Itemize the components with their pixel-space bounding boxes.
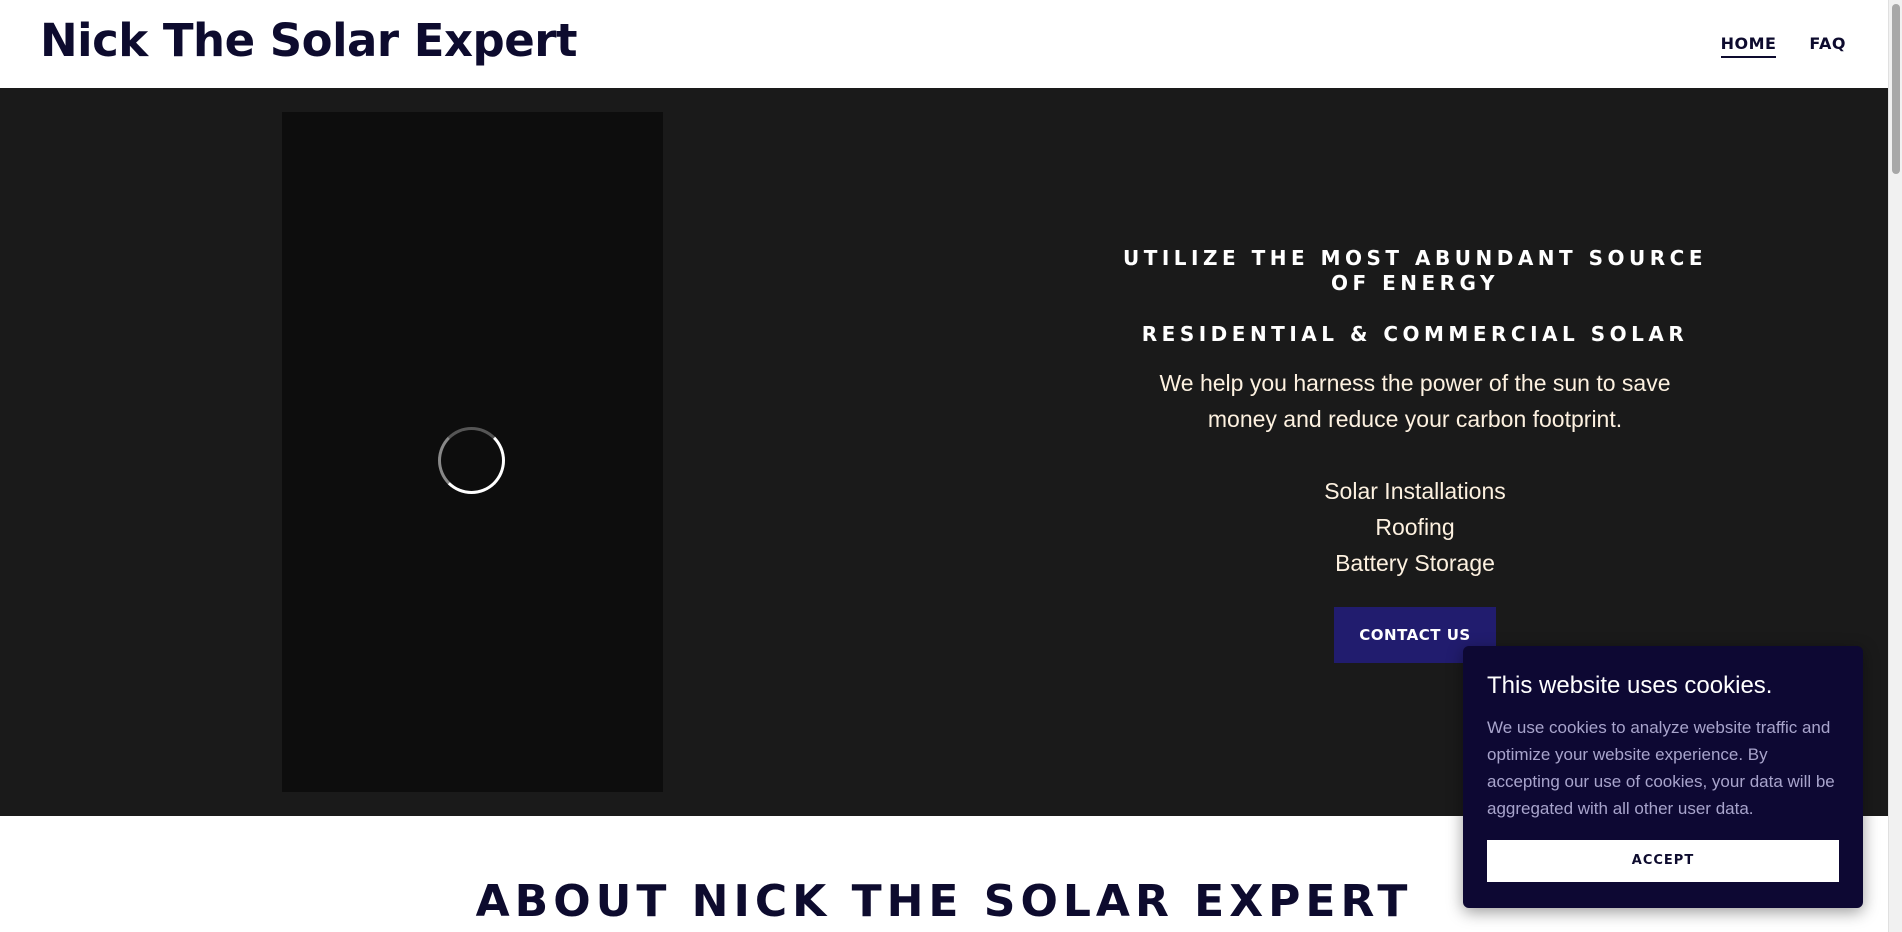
hero-heading: Utilize the most abundant source of ener… — [1122, 246, 1708, 295]
service-item: Solar Installations — [1324, 478, 1506, 504]
hero-content: Utilize the most abundant source of ener… — [1110, 246, 1720, 663]
cookie-title: This website uses cookies. — [1487, 672, 1773, 699]
service-item: Battery Storage — [1335, 550, 1495, 576]
loading-spinner-icon — [438, 427, 505, 494]
site-header: Nick The Solar Expert HOME FAQ — [0, 0, 1888, 88]
scrollbar-thumb[interactable] — [1892, 4, 1900, 174]
main-nav: HOME FAQ — [1720, 34, 1846, 58]
nav-item-home[interactable]: HOME — [1720, 34, 1777, 58]
hero-subheading: Residential & Commercial Solar — [1141, 322, 1689, 346]
cookie-banner: This website uses cookies. We use cookie… — [1463, 646, 1863, 908]
site-title[interactable]: Nick The Solar Expert — [40, 14, 577, 67]
services-list: Solar Installations Roofing Battery Stor… — [1110, 473, 1720, 581]
page-scrollbar[interactable] — [1888, 0, 1902, 932]
cookie-body: We use cookies to analyze website traffi… — [1487, 718, 1835, 818]
nav-item-faq[interactable]: FAQ — [1809, 34, 1846, 58]
service-item: Roofing — [1375, 514, 1455, 540]
accept-cookies-button[interactable]: ACCEPT — [1487, 840, 1839, 882]
hero-description: We help you harness the power of the sun… — [1159, 370, 1671, 432]
hero-video[interactable] — [282, 112, 663, 792]
